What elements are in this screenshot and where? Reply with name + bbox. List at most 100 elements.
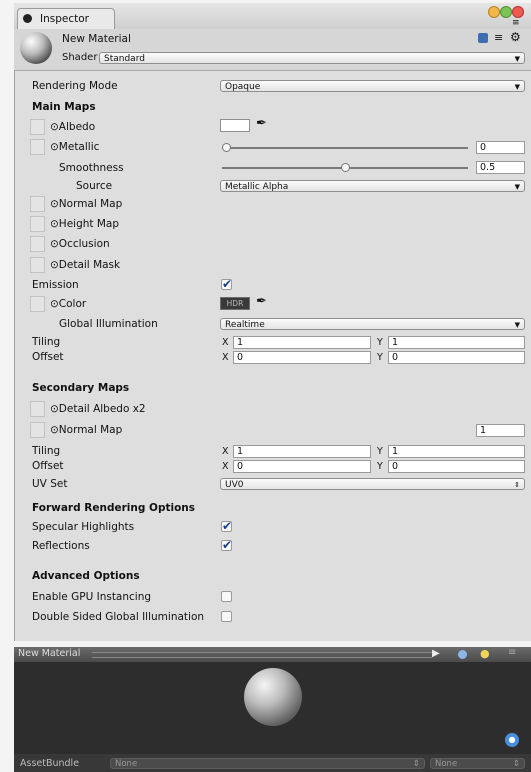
book-icon[interactable]: [478, 33, 488, 43]
source-dropdown[interactable]: Metallic Alpha ▼: [220, 180, 525, 192]
tiling-x-label: X: [222, 337, 229, 348]
secondary-offset-y-field[interactable]: 0: [388, 460, 525, 473]
normal-map-label[interactable]: ⊙Normal Map: [50, 198, 122, 210]
preview-sphere: [244, 668, 302, 726]
rendering-mode-label: Rendering Mode: [32, 80, 118, 92]
emission-color-swatch[interactable]: HDR: [220, 297, 250, 310]
play-icon[interactable]: ▶: [432, 648, 440, 659]
tab-label: Inspector: [40, 13, 89, 25]
main-maps-title: Main Maps: [32, 101, 96, 113]
occlusion-texture-slot[interactable]: [30, 236, 45, 252]
offset-x-field[interactable]: 0: [233, 351, 371, 364]
emission-color-texture-slot[interactable]: [30, 296, 45, 312]
chevron-updown-icon: ⇕: [512, 759, 520, 769]
secondary-offset-x-label: X: [222, 461, 229, 472]
tiling-x-field[interactable]: 1: [233, 336, 371, 349]
material-name: New Material: [62, 33, 131, 45]
secondary-tiling-label: Tiling: [32, 445, 61, 457]
menu-icon[interactable]: ≡: [512, 18, 520, 28]
reflections-label: Reflections: [32, 540, 90, 552]
sliders-icon[interactable]: ≡: [494, 31, 503, 44]
tiling-y-label: Y: [377, 337, 383, 348]
secondary-offset-x-field[interactable]: 0: [233, 460, 371, 473]
secondary-normal-texture-slot[interactable]: [30, 422, 45, 438]
secondary-offset-y-label: Y: [377, 461, 383, 472]
metallic-slider-thumb[interactable]: [222, 143, 231, 152]
detail-mask-label[interactable]: ⊙Detail Mask: [50, 259, 120, 271]
emission-label: Emission: [32, 279, 79, 291]
uv-set-value: UV0: [225, 480, 244, 490]
albedo-texture-slot[interactable]: [30, 119, 45, 135]
gear-icon[interactable]: ⚙: [510, 30, 521, 44]
eyedropper-icon[interactable]: ✒: [256, 294, 267, 309]
material-thumbnail: [20, 32, 52, 64]
options-icon[interactable]: ≡: [508, 647, 516, 658]
albedo-label[interactable]: ⊙Albedo: [50, 121, 95, 133]
asset-bundle-variant-dropdown[interactable]: None ⇕: [430, 758, 525, 769]
preview-drag-handle[interactable]: [92, 652, 432, 658]
emission-color-label[interactable]: ⊙Color: [50, 298, 86, 310]
secondary-normal-scale-field[interactable]: 1: [476, 424, 525, 437]
gpu-instancing-checkbox[interactable]: [221, 591, 232, 602]
offset-label: Offset: [32, 351, 64, 363]
height-map-texture-slot[interactable]: [30, 216, 45, 232]
info-icon: [23, 14, 32, 23]
detail-mask-texture-slot[interactable]: [30, 257, 45, 273]
light-icon[interactable]: ●: [480, 647, 490, 660]
minimize-icon[interactable]: [488, 6, 500, 18]
metallic-slider-track[interactable]: [222, 147, 468, 149]
gpu-instancing-label: Enable GPU Instancing: [32, 591, 152, 603]
chevron-down-icon: ▼: [514, 183, 520, 191]
occlusion-label[interactable]: ⊙Occlusion: [50, 238, 110, 250]
chevron-updown-icon: ⇕: [412, 759, 420, 769]
detail-albedo-texture-slot[interactable]: [30, 401, 45, 417]
specular-highlights-checkbox[interactable]: [221, 519, 232, 533]
zoom-icon[interactable]: [500, 6, 512, 18]
secondary-tiling-y-field[interactable]: 1: [388, 445, 525, 458]
tag-icon[interactable]: ●: [505, 733, 519, 747]
height-map-label[interactable]: ⊙Height Map: [50, 218, 119, 230]
offset-y-field[interactable]: 0: [388, 351, 525, 364]
double-sided-gi-checkbox[interactable]: [221, 611, 232, 622]
gi-value: Realtime: [225, 320, 265, 330]
smoothness-slider-thumb[interactable]: [340, 163, 350, 172]
asset-bundle-variant-value: None: [435, 759, 458, 769]
hdr-label: HDR: [226, 299, 244, 308]
normal-map-texture-slot[interactable]: [30, 196, 45, 212]
offset-x-label: X: [222, 352, 229, 363]
sphere-preview-icon[interactable]: [458, 650, 467, 659]
asset-bundle-name-dropdown[interactable]: None ⇕: [110, 758, 425, 769]
albedo-color-swatch[interactable]: [220, 119, 250, 132]
secondary-maps-title: Secondary Maps: [32, 382, 130, 394]
secondary-tiling-y-label: Y: [377, 446, 383, 457]
secondary-tiling-x-field[interactable]: 1: [233, 445, 371, 458]
smoothness-field[interactable]: 0.5: [476, 161, 525, 174]
source-label: Source: [76, 180, 113, 192]
eyedropper-icon[interactable]: ✒: [256, 116, 267, 131]
secondary-normal-label[interactable]: ⊙Normal Map: [50, 424, 122, 436]
detail-albedo-label[interactable]: ⊙Detail Albedo x2: [50, 403, 146, 415]
secondary-tiling-x-label: X: [222, 446, 229, 457]
metallic-label[interactable]: ⊙Metallic: [50, 141, 99, 153]
forward-rendering-title: Forward Rendering Options: [32, 502, 196, 514]
uv-set-dropdown[interactable]: UV0 ⇕: [220, 478, 525, 490]
asset-bundle-name-value: None: [115, 759, 138, 769]
shader-value: Standard: [104, 54, 145, 64]
smoothness-label: Smoothness: [59, 162, 124, 174]
tab-inspector[interactable]: Inspector: [17, 8, 115, 30]
metallic-texture-slot[interactable]: [30, 139, 45, 155]
source-value: Metallic Alpha: [225, 182, 289, 192]
metallic-field[interactable]: 0: [476, 141, 525, 154]
close-icon[interactable]: [512, 6, 524, 18]
specular-highlights-label: Specular Highlights: [32, 521, 135, 533]
rendering-mode-dropdown[interactable]: Opaque ▼: [220, 80, 525, 92]
reflections-checkbox[interactable]: [221, 538, 232, 552]
tiling-y-field[interactable]: 1: [388, 336, 525, 349]
tiling-label: Tiling: [32, 336, 61, 348]
shader-dropdown[interactable]: Standard ▼: [99, 52, 525, 64]
global-illumination-dropdown[interactable]: Realtime ▼: [220, 318, 525, 330]
emission-checkbox[interactable]: [221, 277, 232, 291]
rendering-mode-value: Opaque: [225, 82, 261, 92]
preview-toolbar[interactable]: New Material ▶ ● ≡: [14, 647, 531, 662]
preview-title: New Material: [18, 648, 81, 659]
